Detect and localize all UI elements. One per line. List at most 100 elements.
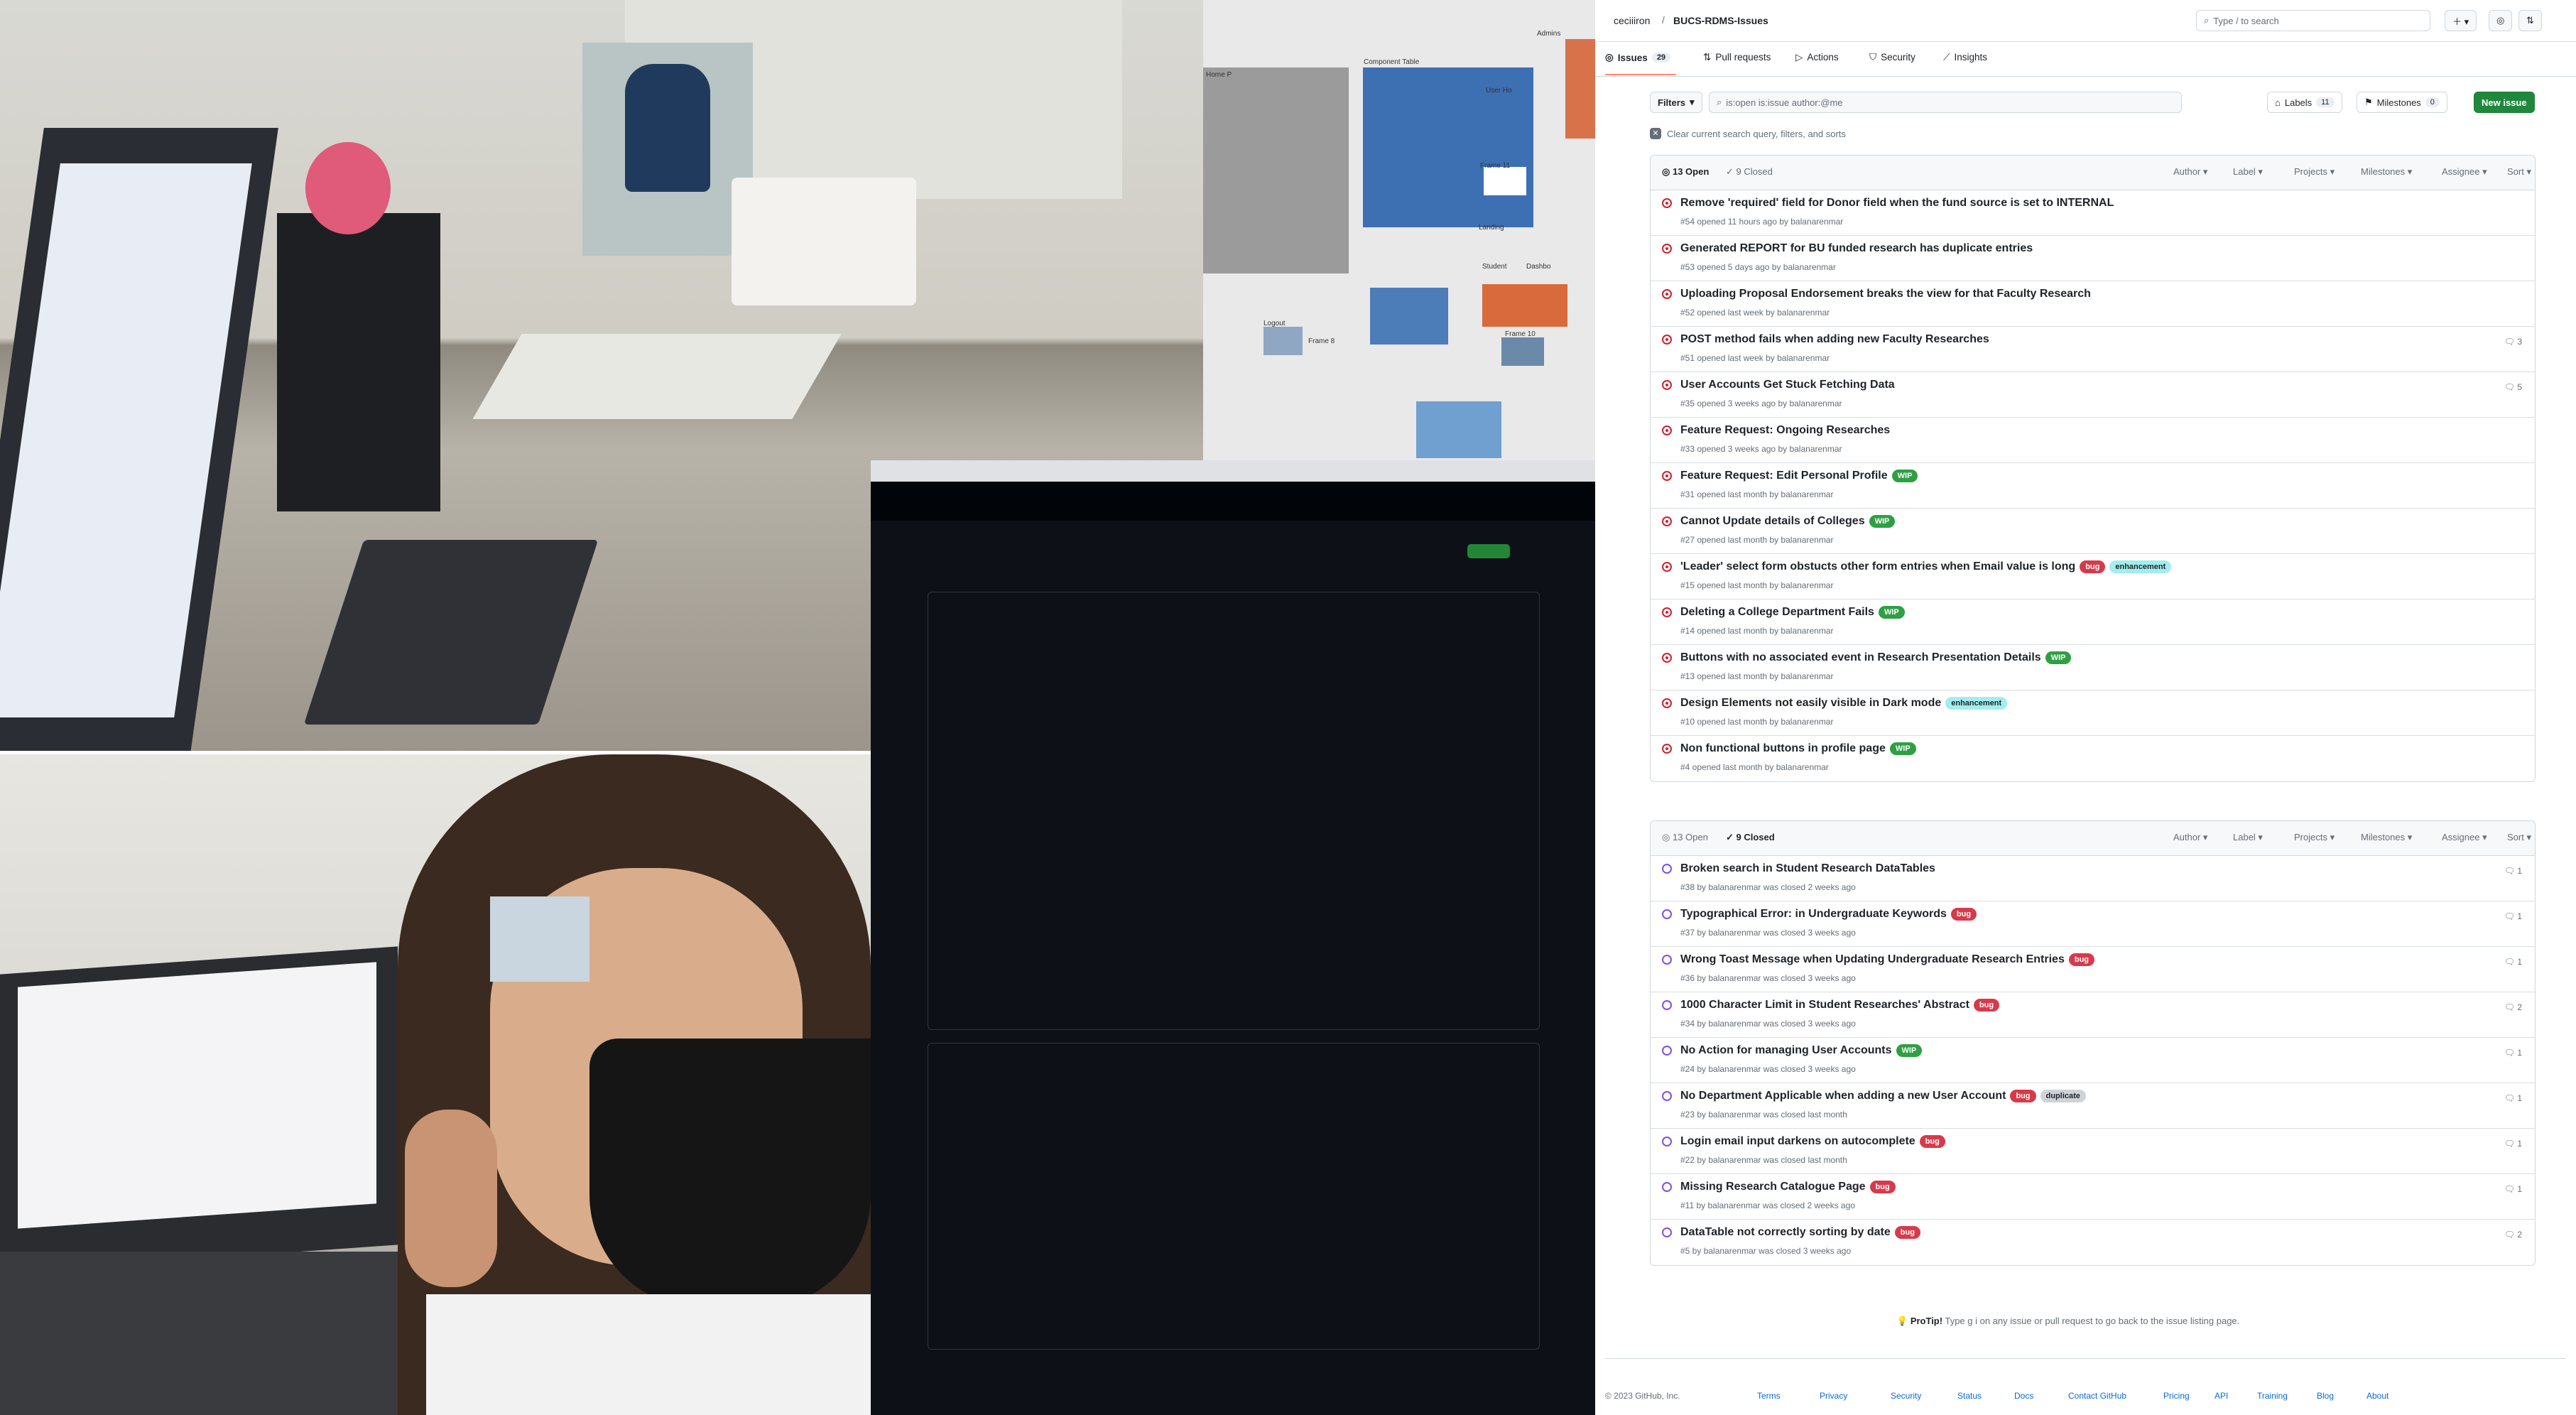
tab-insights[interactable]: ⟋ Insights: [1943, 52, 1987, 63]
issue-row[interactable]: Uploading Proposal Endorsement breaks th…: [1651, 281, 2535, 327]
label-badge[interactable]: WIP: [1889, 742, 1916, 755]
filter-label[interactable]: Label ▾: [2233, 832, 2263, 843]
issues-icon[interactable]: ◎: [2489, 10, 2513, 31]
label-badge[interactable]: bug: [1919, 1135, 1945, 1148]
issue-row[interactable]: Generated REPORT for BU funded research …: [1651, 236, 2535, 281]
filter-assignee[interactable]: Assignee ▾: [2442, 832, 2487, 843]
issue-row[interactable]: Wrong Toast Message when Updating Underg…: [1651, 947, 2535, 992]
label-badge[interactable]: bug: [2010, 1090, 2036, 1102]
issue-title[interactable]: Typographical Error: in Undergraduate Ke…: [1680, 908, 1977, 921]
closed-count[interactable]: ✓ 9 Closed: [1726, 832, 1775, 843]
label-badge[interactable]: bug: [2068, 953, 2095, 966]
issue-title[interactable]: Feature Request: Edit Personal Profile WI…: [1680, 470, 1918, 482]
issue-row[interactable]: Feature Request: Edit Personal Profile WI…: [1651, 463, 2535, 509]
comment-count[interactable]: 🗨 5: [2504, 382, 2522, 392]
tab-security[interactable]: ⛉ Security: [1869, 52, 1915, 63]
label-badge[interactable]: WIP: [1896, 1044, 1923, 1057]
tab-issues[interactable]: ◎ Issues 29: [1605, 52, 1671, 63]
issue-title[interactable]: Wrong Toast Message when Updating Underg…: [1680, 953, 2095, 966]
footer-link[interactable]: Docs: [2014, 1391, 2033, 1401]
issue-row[interactable]: Cannot Update details of Colleges WIP #27 …: [1651, 509, 2535, 554]
issue-row[interactable]: No Action for managing User Accounts WIP #…: [1651, 1038, 2535, 1083]
footer-link[interactable]: Pricing: [2163, 1391, 2190, 1401]
filter-projects[interactable]: Projects ▾: [2294, 832, 2335, 843]
filter-sort[interactable]: Sort ▾: [2507, 832, 2531, 843]
milestones-button[interactable]: ⚑ Milestones 0: [2357, 92, 2447, 113]
label-badge[interactable]: bug: [1894, 1226, 1920, 1239]
comment-count[interactable]: 🗨 1: [2504, 1139, 2522, 1149]
filter-author[interactable]: Author ▾: [2173, 832, 2207, 843]
issue-row[interactable]: Deleting a College Department Fails WIP #1…: [1651, 600, 2535, 645]
footer-link[interactable]: Blog: [2317, 1391, 2334, 1401]
filter-projects[interactable]: Projects ▾: [2294, 166, 2335, 178]
footer-link[interactable]: About: [2366, 1391, 2388, 1401]
filter-sort[interactable]: Sort ▾: [2507, 166, 2531, 178]
issue-title[interactable]: Deleting a College Department Fails WIP: [1680, 606, 1905, 619]
labels-button[interactable]: ⌂ Labels 11: [2267, 92, 2342, 113]
issue-title[interactable]: Missing Research Catalogue Page bug: [1680, 1181, 1896, 1193]
comment-count[interactable]: 🗨 1: [2504, 957, 2522, 967]
issue-title[interactable]: No Action for managing User Accounts WIP: [1680, 1044, 1923, 1057]
footer-link[interactable]: API: [2214, 1391, 2228, 1401]
comment-count[interactable]: 🗨 2: [2504, 1230, 2522, 1240]
filter-milestones[interactable]: Milestones ▾: [2361, 166, 2412, 178]
comment-count[interactable]: 🗨 1: [2504, 911, 2522, 921]
comment-count[interactable]: 🗨 1: [2504, 1048, 2522, 1058]
issue-row[interactable]: Missing Research Catalogue Page bug #11 by…: [1651, 1174, 2535, 1220]
clear-filters-link[interactable]: ✕ Clear current search query, filters, a…: [1650, 128, 1846, 139]
label-badge[interactable]: WIP: [1891, 470, 1918, 482]
label-badge[interactable]: enhancement: [1945, 697, 2008, 710]
label-badge[interactable]: enhancement: [2109, 560, 2172, 573]
label-badge[interactable]: WIP: [1878, 606, 1905, 619]
issue-row[interactable]: No Department Applicable when adding a n…: [1651, 1083, 2535, 1129]
repo-name[interactable]: BUCS-RDMS-Issues: [1673, 15, 1768, 26]
issue-title[interactable]: No Department Applicable when adding a n…: [1680, 1090, 2086, 1102]
open-count[interactable]: ◎ 13 Open: [1662, 832, 1708, 843]
new-issue-button[interactable]: New issue: [2474, 92, 2535, 113]
comment-count[interactable]: 🗨 1: [2504, 1184, 2522, 1194]
issue-title[interactable]: Uploading Proposal Endorsement breaks th…: [1680, 288, 2091, 300]
footer-link[interactable]: Training: [2257, 1391, 2288, 1401]
issue-title[interactable]: Broken search in Student Research DataTa…: [1680, 862, 1935, 875]
label-badge[interactable]: bug: [1950, 908, 1977, 921]
issue-search-input[interactable]: ⌕ is:open is:issue author:@me: [1709, 92, 2182, 113]
issue-title[interactable]: Remove 'required' field for Donor field …: [1680, 197, 2114, 210]
filter-milestones[interactable]: Milestones ▾: [2361, 832, 2412, 843]
footer-link[interactable]: Security: [1891, 1391, 1921, 1401]
issue-row[interactable]: Feature Request: Ongoing Researches #33 o…: [1651, 418, 2535, 463]
issue-title[interactable]: Design Elements not easily visible in Da…: [1680, 697, 2008, 710]
issue-row[interactable]: POST method fails when adding new Facult…: [1651, 327, 2535, 372]
issue-row[interactable]: DataTable not correctly sorting by date b…: [1651, 1220, 2535, 1265]
tab-pull-requests[interactable]: ⇅ Pull requests: [1703, 52, 1771, 63]
issue-row[interactable]: Login email input darkens on autocomplet…: [1651, 1129, 2535, 1174]
closed-count[interactable]: ✓ 9 Closed: [1726, 166, 1773, 178]
comment-count[interactable]: 🗨 3: [2504, 337, 2522, 347]
create-new-button[interactable]: ＋ ▾: [2445, 10, 2477, 31]
issue-row[interactable]: 1000 Character Limit in Student Research…: [1651, 992, 2535, 1038]
issue-title[interactable]: Generated REPORT for BU funded research …: [1680, 242, 2033, 255]
issue-title[interactable]: Login email input darkens on autocomplet…: [1680, 1135, 1945, 1148]
label-badge[interactable]: bug: [1869, 1181, 1896, 1193]
issue-title[interactable]: Feature Request: Ongoing Researches: [1680, 424, 1890, 437]
label-badge[interactable]: bug: [2080, 560, 2106, 573]
filter-author[interactable]: Author ▾: [2173, 166, 2207, 178]
open-count[interactable]: ◎ 13 Open: [1662, 166, 1709, 178]
pull-requests-icon[interactable]: ⇅: [2518, 10, 2542, 31]
issue-title[interactable]: Non functional buttons in profile page WI…: [1680, 742, 1916, 755]
search-input[interactable]: ⌕ Type / to search: [2196, 10, 2430, 31]
label-badge[interactable]: WIP: [2045, 651, 2072, 664]
issue-row[interactable]: Remove 'required' field for Donor field …: [1651, 190, 2535, 236]
label-badge[interactable]: duplicate: [2040, 1090, 2086, 1102]
footer-link[interactable]: Status: [1957, 1391, 1982, 1401]
comment-count[interactable]: 🗨 1: [2504, 1093, 2522, 1103]
filter-label[interactable]: Label ▾: [2233, 166, 2263, 178]
filters-button[interactable]: Filters ▾: [1650, 92, 1702, 113]
issue-row[interactable]: Buttons with no associated event in Rese…: [1651, 645, 2535, 690]
filter-assignee[interactable]: Assignee ▾: [2442, 166, 2487, 178]
issue-title[interactable]: DataTable not correctly sorting by date b…: [1680, 1226, 1920, 1239]
issue-row[interactable]: Broken search in Student Research DataTa…: [1651, 856, 2535, 901]
comment-count[interactable]: 🗨 1: [2504, 866, 2522, 876]
comment-count[interactable]: 🗨 2: [2504, 1002, 2522, 1012]
issue-title[interactable]: Cannot Update details of Colleges WIP: [1680, 515, 1896, 528]
issue-title[interactable]: Buttons with no associated event in Rese…: [1680, 651, 2072, 664]
